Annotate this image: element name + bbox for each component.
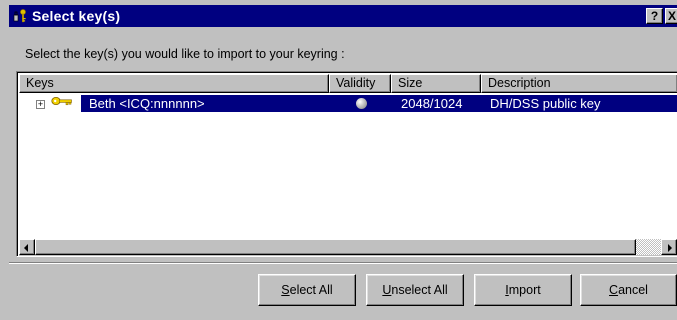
unselect-all-button[interactable]: Unselect All — [366, 274, 464, 306]
help-icon[interactable]: ? — [646, 8, 663, 24]
instruction-text: Select the key(s) you would like to impo… — [25, 47, 345, 61]
close-icon[interactable]: X — [665, 8, 677, 24]
key-icon — [51, 95, 73, 112]
scroll-right-icon — [668, 244, 672, 252]
keys-list-view[interactable]: Keys Validity Size Description + Beth <I… — [16, 71, 677, 257]
scroll-left-button[interactable] — [19, 239, 35, 255]
select-keys-dialog: Select key(s) ? X Select the key(s) you … — [0, 0, 677, 320]
key-description-cell: DH/DSS public key — [490, 96, 601, 111]
column-header-size[interactable]: Size — [391, 74, 481, 93]
horizontal-scrollbar[interactable] — [19, 239, 677, 256]
cancel-button[interactable]: Cancel — [580, 274, 677, 306]
scrollbar-thumb[interactable] — [35, 239, 636, 255]
column-header-keys[interactable]: Keys — [19, 74, 329, 93]
key-lock-icon — [11, 7, 29, 25]
key-name-cell: Beth <ICQ:nnnnnn> — [89, 96, 205, 111]
scrollbar-track[interactable] — [636, 239, 661, 255]
list-header: Keys Validity Size Description — [19, 74, 677, 93]
title-bar[interactable]: Select key(s) ? X — [9, 5, 677, 27]
column-header-validity[interactable]: Validity — [329, 74, 391, 93]
expand-icon[interactable]: + — [36, 100, 45, 109]
column-header-description[interactable]: Description — [481, 74, 677, 93]
scroll-right-button[interactable] — [661, 239, 677, 255]
key-size-cell: 2048/1024 — [401, 96, 463, 111]
window-title: Select key(s) — [32, 8, 121, 24]
validity-orb-icon — [356, 98, 367, 109]
select-all-button[interactable]: Select All — [258, 274, 356, 306]
import-button[interactable]: Import — [474, 274, 572, 306]
divider — [9, 262, 677, 264]
table-row[interactable]: + Beth <ICQ:nnnnnn> 2048/1024 DH/DSS pub… — [19, 95, 677, 112]
scroll-left-icon — [24, 244, 28, 252]
